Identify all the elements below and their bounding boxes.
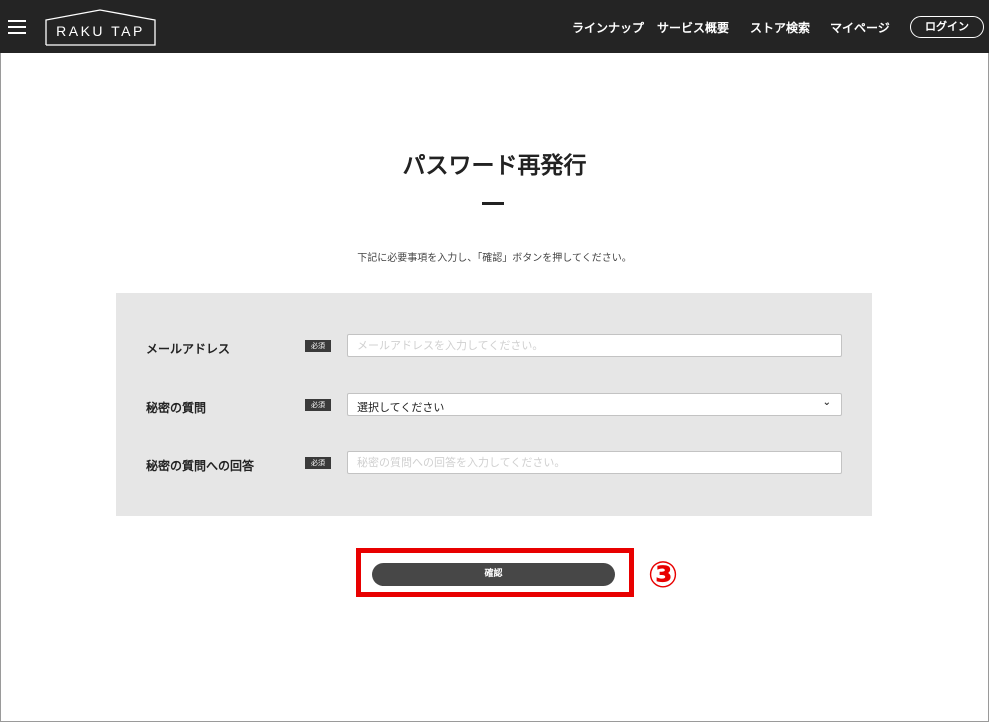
- required-badge: 必須: [305, 457, 331, 469]
- nav-store-search[interactable]: ストア検索: [750, 19, 810, 36]
- nav-lineup[interactable]: ラインナップ: [572, 19, 644, 36]
- required-badge: 必須: [305, 340, 331, 352]
- email-label: メールアドレス: [146, 342, 231, 356]
- step-marker: ③: [647, 555, 679, 596]
- nav-my-page[interactable]: マイページ: [830, 19, 890, 36]
- secret-answer-label: 秘密の質問への回答: [146, 459, 255, 473]
- title-underline: [482, 202, 504, 205]
- secret-question-selected-value: 選択してください: [357, 401, 445, 414]
- secret-question-label: 秘密の質問: [146, 401, 207, 415]
- confirm-button[interactable]: 確認: [372, 563, 615, 586]
- instruction-text: 下記に必要事項を入力し、「確認」ボタンを押してください。: [357, 253, 632, 264]
- login-button[interactable]: ログイン: [910, 16, 984, 38]
- required-badge: 必須: [305, 399, 331, 411]
- raku-tap-logo[interactable]: RAKU TAP: [43, 8, 158, 46]
- hamburger-menu-icon[interactable]: [8, 20, 26, 34]
- secret-question-select[interactable]: 選択してください ⌄: [347, 393, 842, 416]
- top-navigation-bar: RAKU TAP ラインナップ サービス概要 ストア検索 マイページ ログイン: [0, 0, 989, 53]
- nav-service-overview[interactable]: サービス概要: [657, 19, 729, 36]
- secret-answer-field[interactable]: [347, 451, 842, 474]
- chevron-down-icon: ⌄: [822, 397, 831, 408]
- logo-text: RAKU TAP: [56, 23, 145, 39]
- email-field[interactable]: [347, 334, 842, 357]
- page-title: パスワード再発行: [402, 153, 587, 179]
